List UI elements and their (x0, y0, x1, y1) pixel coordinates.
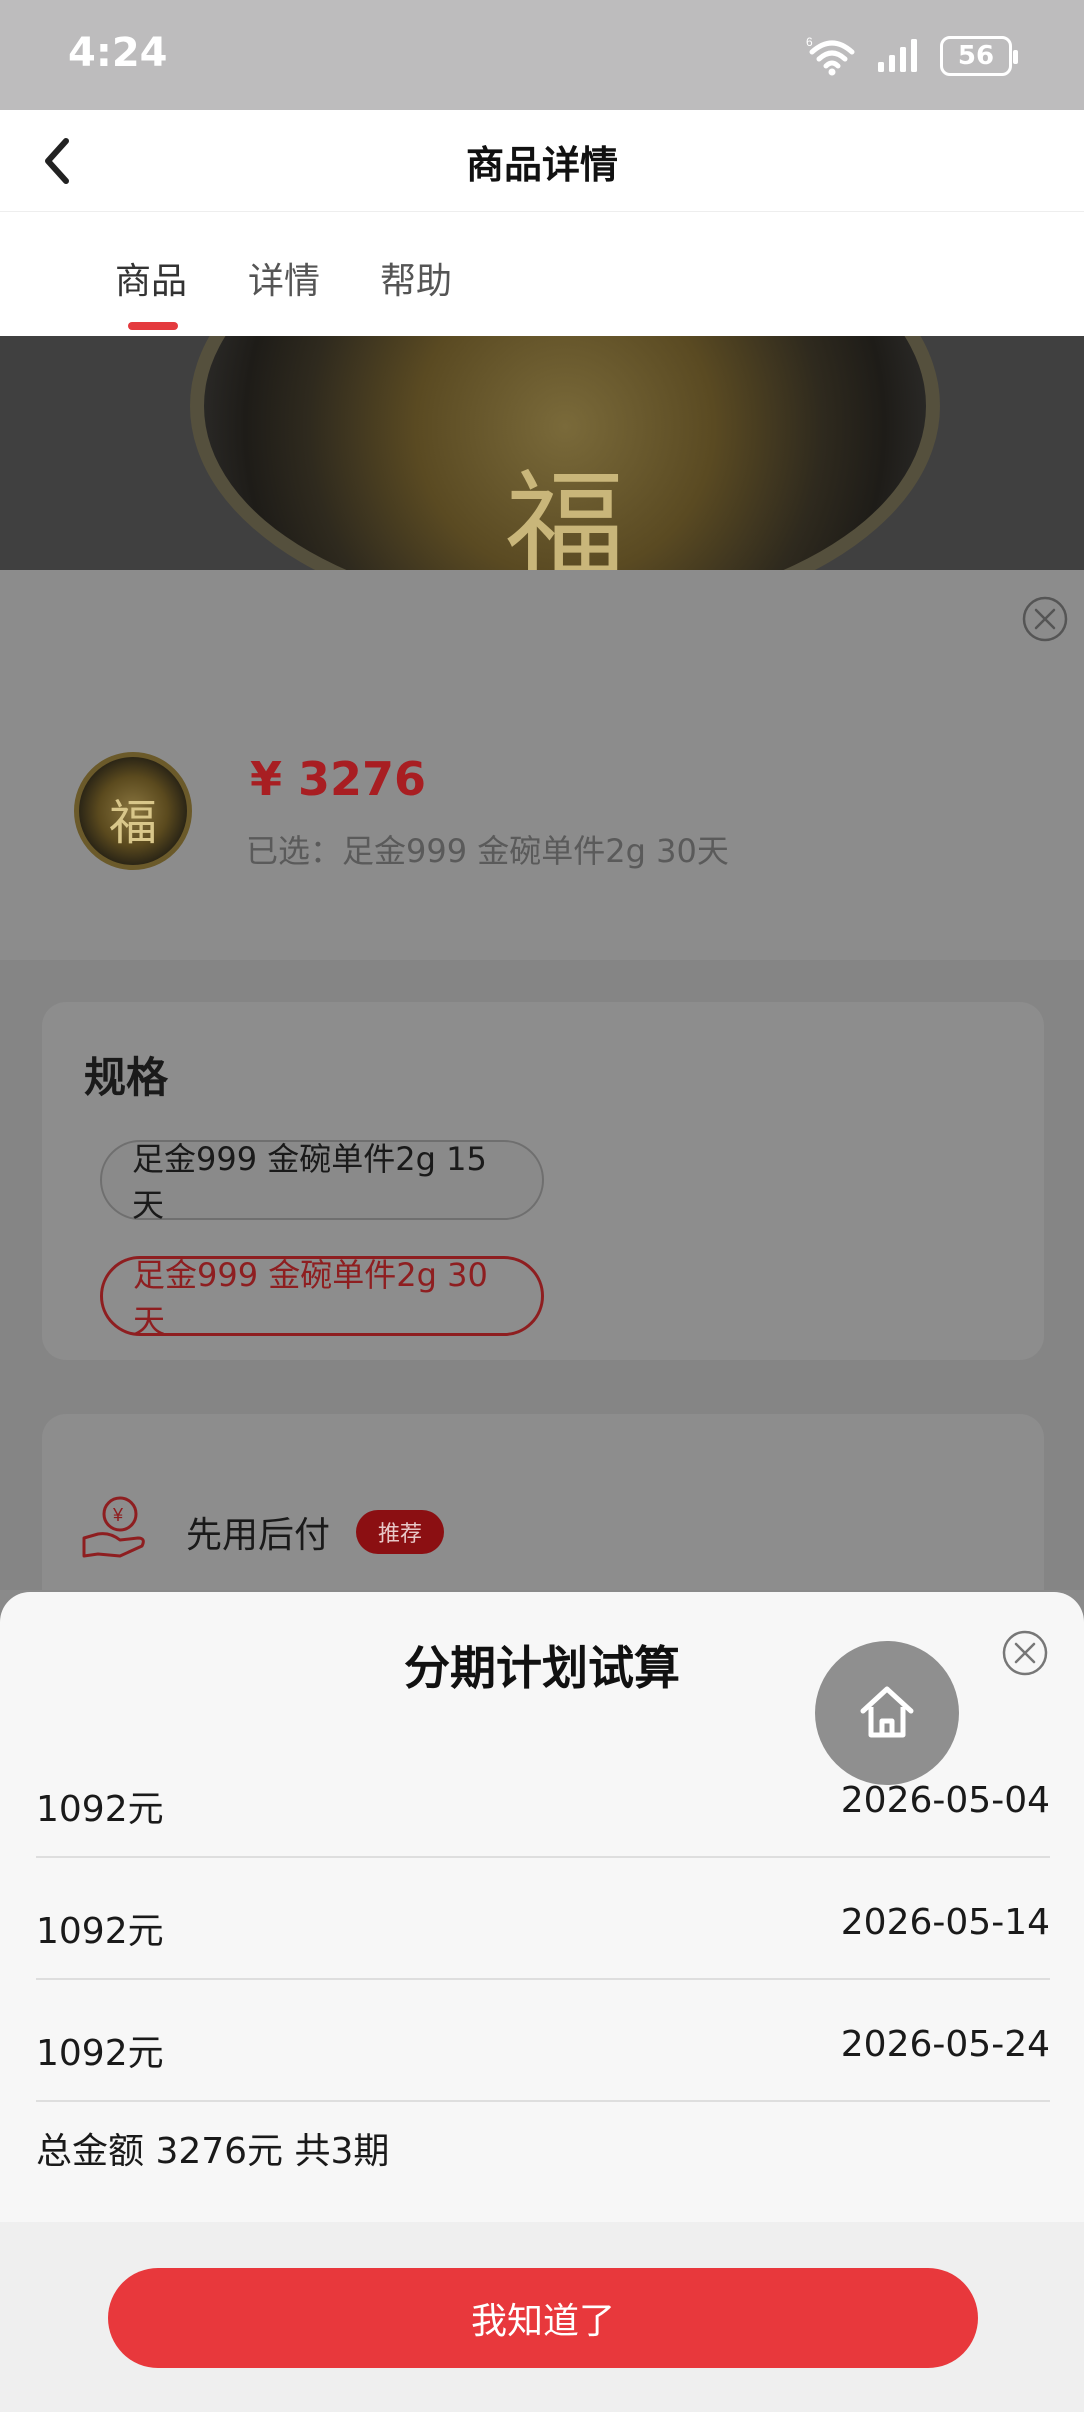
payment-card (42, 1414, 1044, 1590)
recommended-badge: 推荐 (356, 1510, 445, 1554)
battery-icon: 56 (940, 36, 1018, 76)
product-price: ¥ 3276 (250, 752, 427, 806)
installment-amount: 1092元 (36, 1911, 164, 1952)
home-button[interactable] (815, 1641, 959, 1785)
pay-later-icon: ¥ (82, 1496, 145, 1558)
status-bar: 4:24 6 56 (0, 0, 1084, 110)
status-icons: 6 56 (806, 34, 1018, 78)
installment-amount: 1092元 (36, 2033, 164, 2074)
tab-help[interactable]: 帮助 (380, 252, 452, 304)
pay-later-label[interactable]: 先用后付 (186, 1506, 330, 1558)
coin-character: 福 (505, 459, 625, 570)
spec-option-15-days[interactable]: 足金999 金碗单件2g 15天 (100, 1140, 544, 1224)
page-header: 商品详情 (0, 110, 1084, 212)
close-icon[interactable] (1002, 1630, 1048, 1676)
svg-text:¥: ¥ (112, 1505, 124, 1525)
installment-row: 1092元 2026-05-14 (36, 1858, 1050, 1980)
thumbnail-character: 福 (108, 795, 157, 851)
home-icon (860, 1686, 914, 1738)
tab-bar: 商品 详情 帮助 (0, 212, 1084, 336)
tab-details[interactable]: 详情 (248, 252, 320, 304)
selected-spec-text: 已选：足金999 金碗单件2g 30天 (246, 832, 729, 870)
network-label: 6 (806, 36, 813, 49)
spec-option-30-days[interactable]: 足金999 金碗单件2g 30天 (100, 1256, 544, 1340)
product-hero-image: 福 (0, 336, 1084, 570)
total-summary: 总金额 3276元 共3期 (36, 2131, 390, 2172)
installment-row: 1092元 2026-05-24 (36, 1980, 1050, 2102)
installment-amount: 1092元 (36, 1789, 164, 1830)
confirm-button[interactable]: 我知道了 (108, 2268, 978, 2368)
page-title: 商品详情 (465, 143, 618, 187)
active-tab-indicator (128, 322, 178, 330)
installment-date: 2026-05-14 (840, 1902, 1050, 1943)
wifi-icon: 6 (806, 36, 855, 76)
status-time: 4:24 (68, 30, 168, 76)
tab-goods[interactable]: 商品 (115, 252, 187, 304)
installment-date: 2026-05-04 (840, 1780, 1050, 1821)
sku-close-icon[interactable] (1022, 596, 1068, 642)
product-thumbnail: 福 (74, 752, 192, 870)
installment-date: 2026-05-24 (840, 2024, 1050, 2065)
spec-title: 规格 (84, 1053, 169, 1102)
gold-coin-image: 福 (190, 336, 940, 570)
signal-icon (878, 39, 917, 72)
